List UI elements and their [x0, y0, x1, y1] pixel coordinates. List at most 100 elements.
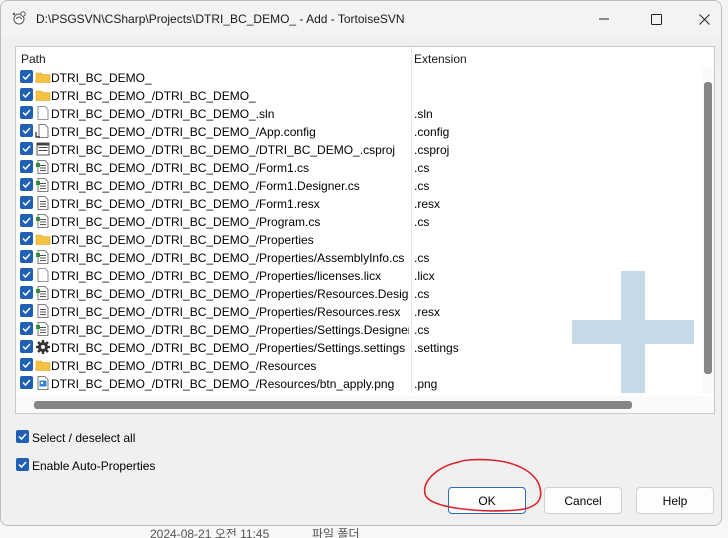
item-extension: .config: [414, 125, 450, 139]
item-path: DTRI_BC_DEMO_/DTRI_BC_DEMO_/DTRI_BC_DEMO…: [51, 143, 396, 157]
help-button[interactable]: Help: [636, 487, 714, 514]
item-extension: .cs: [414, 251, 430, 265]
column-header-extension[interactable]: Extension: [414, 52, 467, 66]
vertical-scrollbar[interactable]: [702, 68, 714, 394]
item-path: DTRI_BC_DEMO_/DTRI_BC_DEMO_/Properties/R…: [51, 287, 409, 301]
minimize-icon: [599, 18, 609, 20]
list-item[interactable]: DTRI_BC_DEMO_/DTRI_BC_DEMO_/Properties: [16, 230, 701, 248]
code-file-icon: [35, 177, 51, 193]
config-file-icon: [35, 123, 51, 139]
list-item[interactable]: DTRI_BC_DEMO_/DTRI_BC_DEMO_/Form1.Design…: [16, 176, 701, 194]
file-icon: [35, 105, 51, 121]
checkbox-checked-icon[interactable]: [20, 286, 33, 299]
list-item[interactable]: DTRI_BC_DEMO_: [16, 68, 701, 86]
folder-icon: [35, 357, 51, 373]
checkbox-checked-icon[interactable]: [20, 322, 33, 335]
checkbox-checked-icon[interactable]: [20, 376, 33, 389]
file-icon: [35, 267, 51, 283]
resource-file-icon: [35, 303, 51, 319]
window-title: D:\PSGSVN\CSharp\Projects\DTRI_BC_DEMO_ …: [36, 12, 405, 26]
maximize-button[interactable]: [633, 1, 679, 37]
cancel-button[interactable]: Cancel: [544, 487, 622, 514]
checkbox-checked-icon[interactable]: [20, 106, 33, 119]
item-extension: .cs: [414, 287, 430, 301]
minimize-button[interactable]: [581, 1, 627, 37]
tortoisesvn-icon: [12, 11, 26, 25]
item-path: DTRI_BC_DEMO_/DTRI_BC_DEMO_/Properties/A…: [51, 251, 405, 265]
project-file-icon: [35, 141, 51, 157]
checkbox-checked-icon[interactable]: [20, 232, 33, 245]
checkbox-checked-icon[interactable]: [20, 340, 33, 353]
list-item[interactable]: DTRI_BC_DEMO_/DTRI_BC_DEMO_: [16, 86, 701, 104]
checkbox-checked-icon[interactable]: [16, 430, 29, 443]
title-bar[interactable]: D:\PSGSVN\CSharp\Projects\DTRI_BC_DEMO_ …: [1, 1, 721, 37]
select-all-label: Select / deselect all: [32, 431, 136, 445]
list-item[interactable]: DTRI_BC_DEMO_/DTRI_BC_DEMO_/Properties/A…: [16, 248, 701, 266]
item-path: DTRI_BC_DEMO_/DTRI_BC_DEMO_/Form1.cs: [51, 161, 310, 175]
ok-button[interactable]: OK: [448, 487, 526, 514]
checkbox-checked-icon[interactable]: [20, 358, 33, 371]
background-date: 2024-08-21 오전 11:45: [150, 527, 270, 538]
checkbox-checked-icon[interactable]: [16, 458, 29, 471]
settings-gear-icon: [35, 339, 51, 355]
image-file-icon: [35, 375, 51, 391]
add-dialog: D:\PSGSVN\CSharp\Projects\DTRI_BC_DEMO_ …: [0, 0, 722, 526]
item-path: DTRI_BC_DEMO_/DTRI_BC_DEMO_/Properties/S…: [51, 323, 409, 337]
checkbox-checked-icon[interactable]: [20, 142, 33, 155]
list-item[interactable]: DTRI_BC_DEMO_/DTRI_BC_DEMO_/App.config .c…: [16, 122, 701, 140]
item-extension: .cs: [414, 215, 430, 229]
item-extension: .settings: [414, 341, 459, 355]
checkbox-checked-icon[interactable]: [20, 268, 33, 281]
close-button[interactable]: [681, 1, 721, 37]
item-path: DTRI_BC_DEMO_: [51, 71, 152, 85]
item-path: DTRI_BC_DEMO_/DTRI_BC_DEMO_/App.config: [51, 125, 316, 139]
code-file-icon: [35, 159, 51, 175]
item-path: DTRI_BC_DEMO_/DTRI_BC_DEMO_/Resources/bt…: [51, 377, 395, 391]
item-path: DTRI_BC_DEMO_/DTRI_BC_DEMO_/Program.cs: [51, 215, 321, 229]
item-path: DTRI_BC_DEMO_/DTRI_BC_DEMO_: [51, 89, 256, 103]
horizontal-scrollbar[interactable]: [16, 396, 714, 413]
code-file-icon: [35, 321, 51, 337]
code-file-icon: [35, 213, 51, 229]
file-list[interactable]: Path Extension DTRI_BC_DEMO_ DTRI_BC_DEMO…: [15, 46, 715, 414]
auto-properties-label: Enable Auto-Properties: [32, 459, 156, 473]
vertical-scroll-thumb[interactable]: [704, 82, 712, 374]
checkbox-checked-icon[interactable]: [20, 160, 33, 173]
item-extension: .resx: [414, 197, 441, 211]
item-path: DTRI_BC_DEMO_/DTRI_BC_DEMO_/Properties/R…: [51, 305, 401, 319]
list-item[interactable]: DTRI_BC_DEMO_/DTRI_BC_DEMO_/Form1.resx .r…: [16, 194, 701, 212]
item-extension: .cs: [414, 179, 430, 193]
item-extension: .cs: [414, 323, 430, 337]
item-path: DTRI_BC_DEMO_/DTRI_BC_DEMO_/Resources: [51, 359, 317, 373]
checkbox-checked-icon[interactable]: [20, 214, 33, 227]
checkbox-checked-icon[interactable]: [20, 70, 33, 83]
checkbox-checked-icon[interactable]: [20, 88, 33, 101]
item-path: DTRI_BC_DEMO_/DTRI_BC_DEMO_/Form1.resx: [51, 197, 320, 211]
list-item[interactable]: DTRI_BC_DEMO_/DTRI_BC_DEMO_/Program.cs .c…: [16, 212, 701, 230]
column-header-path[interactable]: Path: [21, 52, 46, 66]
checkbox-checked-icon[interactable]: [20, 250, 33, 263]
checkbox-checked-icon[interactable]: [20, 196, 33, 209]
item-extension: .resx: [414, 305, 441, 319]
resource-file-icon: [35, 195, 51, 211]
code-file-icon: [35, 285, 51, 301]
item-path: DTRI_BC_DEMO_/DTRI_BC_DEMO_.sln: [51, 107, 275, 121]
add-plus-icon: [572, 271, 694, 393]
background-type: 파일 폴더: [312, 527, 360, 538]
item-extension: .csproj: [414, 143, 450, 157]
item-extension: .sln: [414, 107, 433, 121]
list-item[interactable]: DTRI_BC_DEMO_/DTRI_BC_DEMO_.sln .sln: [16, 104, 701, 122]
list-item[interactable]: DTRI_BC_DEMO_/DTRI_BC_DEMO_/DTRI_BC_DEMO…: [16, 140, 701, 158]
item-extension: .png: [414, 377, 438, 391]
item-path: DTRI_BC_DEMO_/DTRI_BC_DEMO_/Form1.Design…: [51, 179, 360, 193]
folder-icon: [35, 87, 51, 103]
item-extension: .cs: [414, 161, 430, 175]
checkbox-checked-icon[interactable]: [20, 178, 33, 191]
checkbox-checked-icon[interactable]: [20, 124, 33, 137]
item-path: DTRI_BC_DEMO_/DTRI_BC_DEMO_/Properties/l…: [51, 269, 382, 283]
checkbox-checked-icon[interactable]: [20, 304, 33, 317]
item-path: DTRI_BC_DEMO_/DTRI_BC_DEMO_/Properties: [51, 233, 314, 247]
horizontal-scroll-thumb[interactable]: [34, 401, 632, 409]
list-item[interactable]: DTRI_BC_DEMO_/DTRI_BC_DEMO_/Form1.cs .cs: [16, 158, 701, 176]
close-icon: [698, 13, 710, 25]
